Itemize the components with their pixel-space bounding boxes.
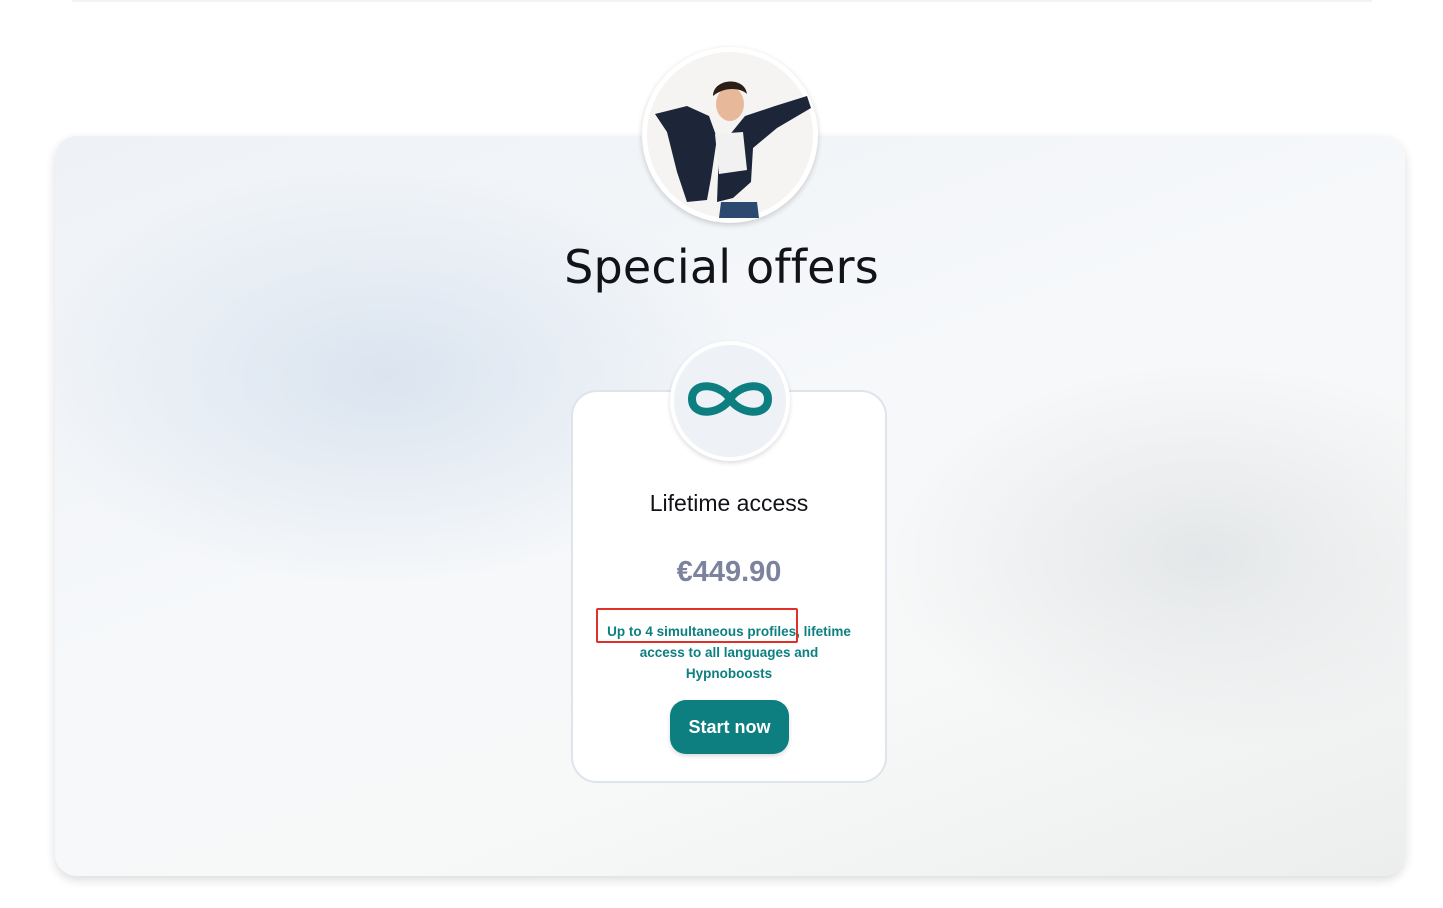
start-now-button[interactable]: Start now xyxy=(670,700,789,754)
top-divider xyxy=(72,0,1372,2)
offer-price: €449.90 xyxy=(676,556,782,588)
offer-icon-badge xyxy=(670,341,790,461)
page-title: Special offers xyxy=(564,240,879,294)
offer-description-highlight: Up to 4 simultaneous profiles xyxy=(607,624,797,639)
offer-title: Lifetime access xyxy=(649,490,809,516)
offer-description: Up to 4 simultaneous profiles, lifetime … xyxy=(596,621,862,684)
hero-photo xyxy=(642,47,818,223)
infinity-icon xyxy=(688,382,772,416)
person-jumping-photo xyxy=(647,52,813,218)
